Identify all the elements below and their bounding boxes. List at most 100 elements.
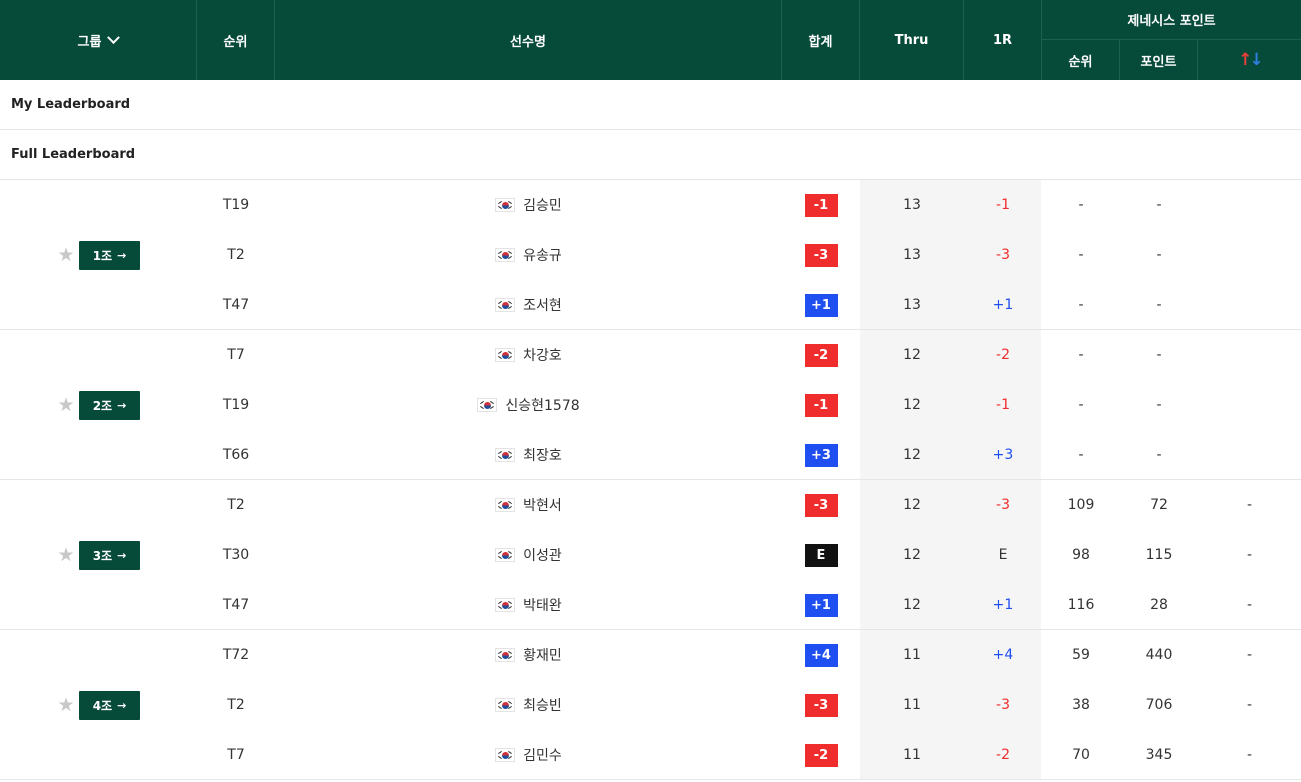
player-name-link[interactable]: 김민수 [523,745,562,765]
genesis-points-cell: 345 [1120,730,1198,780]
korea-flag-icon [495,298,516,312]
player-name-link[interactable]: 황재민 [523,645,562,665]
genesis-rank-value: 116 [1067,597,1095,613]
table-row[interactable]: T7 차강호 -2 12 -2 - - [0,330,1301,380]
player-name-link[interactable]: 유송규 [523,245,562,265]
total-cell: -1 [782,180,860,230]
player-cell: 박태완 [275,580,782,630]
table-row[interactable]: T7 김민수 -2 11 -2 70 345 - [0,730,1301,780]
player-name-link[interactable]: 김승민 [523,195,562,215]
round-cell: -2 [964,730,1042,780]
player-name-link[interactable]: 차강호 [523,345,562,365]
player-header[interactable]: 선수명 [275,0,782,80]
group-filter-dropdown[interactable]: 그룹 [0,0,197,80]
genesis-rank-cell: 38 [1042,680,1120,730]
korea-flag-icon [495,448,516,462]
round-cell: -3 [964,230,1042,280]
genesis-change-cell [1198,230,1301,280]
thru-value: 12 [903,547,921,563]
total-cell: -2 [782,330,860,380]
table-row[interactable]: T19 김승민 -1 13 -1 - - [0,180,1301,230]
player-name-link[interactable]: 신승현1578 [505,395,579,415]
player-cell: 신승현1578 [275,380,782,430]
thru-cell: 12 [860,430,964,480]
round-score: +1 [992,297,1014,313]
total-score-badge: -2 [804,343,838,367]
round-score: -3 [996,697,1010,713]
korea-flag-icon [477,398,498,412]
table-row[interactable]: T2 최승빈 -3 11 -3 38 706 - [0,680,1301,730]
table-row[interactable]: T2 박현서 -3 12 -3 109 72 - [0,480,1301,530]
round-score: +3 [992,447,1014,463]
thru-value: 13 [903,197,921,213]
player-cell: 박현서 [275,480,782,530]
thru-cell: 12 [860,480,964,530]
thru-cell: 12 [860,380,964,430]
player-name-link[interactable]: 최승빈 [523,695,562,715]
player-cell: 차강호 [275,330,782,380]
player-rank: T19 [222,397,250,413]
genesis-rank-value: - [1078,397,1084,413]
total-cell: -1 [782,380,860,430]
player-name-link[interactable]: 이성관 [523,545,562,565]
genesis-points-value: 345 [1145,747,1173,763]
table-header: 그룹 순위 선수명 합계 Thru 1R 제네시스 포인트 순위 포인트 ↑↓ [0,0,1301,80]
genesis-change-cell [1198,330,1301,380]
total-score-badge: -2 [804,743,838,767]
player-rank: T47 [222,597,250,613]
thru-header[interactable]: Thru [860,0,964,80]
genesis-change-cell: - [1198,580,1301,630]
rank-header[interactable]: 순위 [197,0,275,80]
table-row[interactable]: T72 황재민 +4 11 +4 59 440 - [0,630,1301,680]
round-score: -2 [996,747,1010,763]
thru-cell: 13 [860,280,964,330]
round-score: -1 [996,397,1010,413]
rank-cell: T47 [197,580,275,630]
table-row[interactable]: T30 이성관 E 12 E 98 115 - [0,530,1301,580]
round-cell: +3 [964,430,1042,480]
table-row[interactable]: T47 박태완 +1 12 +1 116 28 - [0,580,1301,630]
genesis-points-cell: 440 [1120,630,1198,680]
table-row[interactable]: T19 신승현1578 -1 12 -1 - - [0,380,1301,430]
player-name-link[interactable]: 조서현 [523,295,562,315]
player-name-link[interactable]: 박태완 [523,595,562,615]
korea-flag-icon [495,198,516,212]
thru-cell: 13 [860,230,964,280]
genesis-points-value: 706 [1145,697,1173,713]
genesis-points-cell: - [1120,280,1198,330]
korea-flag-icon [495,748,516,762]
sort-toggle-button[interactable]: ↑↓ [1198,40,1301,80]
genesis-points-value: - [1156,447,1162,463]
table-row[interactable]: T2 유송규 -3 13 -3 - - [0,230,1301,280]
table-row[interactable]: T66 최장호 +3 12 +3 - - [0,430,1301,480]
total-score-badge: +1 [804,593,838,617]
genesis-points-value: - [1156,297,1162,313]
player-name-link[interactable]: 최장호 [523,445,562,465]
thru-cell: 12 [860,530,964,580]
round-score: -1 [996,197,1010,213]
genesis-rank-cell: - [1042,280,1120,330]
player-cell: 이성관 [275,530,782,580]
thru-value: 12 [903,347,921,363]
genesis-rank-value: 38 [1072,697,1090,713]
genesis-points-cell: - [1120,330,1198,380]
thru-value: 11 [903,697,921,713]
genesis-rank-value: 70 [1072,747,1090,763]
round-header[interactable]: 1R [964,0,1042,80]
genesis-rank-cell: 59 [1042,630,1120,680]
genesis-points-cell: 115 [1120,530,1198,580]
genesis-rank-header[interactable]: 순위 [1042,40,1120,80]
genesis-rank-value: - [1078,197,1084,213]
player-name-link[interactable]: 박현서 [523,495,562,515]
genesis-points-value: - [1156,197,1162,213]
total-header[interactable]: 합계 [782,0,860,80]
thru-value: 13 [903,297,921,313]
genesis-change-cell: - [1198,530,1301,580]
thru-value: 12 [903,497,921,513]
genesis-points-header[interactable]: 포인트 [1120,40,1198,80]
genesis-rank-cell: - [1042,330,1120,380]
round-cell: +1 [964,580,1042,630]
genesis-points-cell: 706 [1120,680,1198,730]
thru-value: 12 [903,447,921,463]
table-row[interactable]: T47 조서현 +1 13 +1 - - [0,280,1301,330]
